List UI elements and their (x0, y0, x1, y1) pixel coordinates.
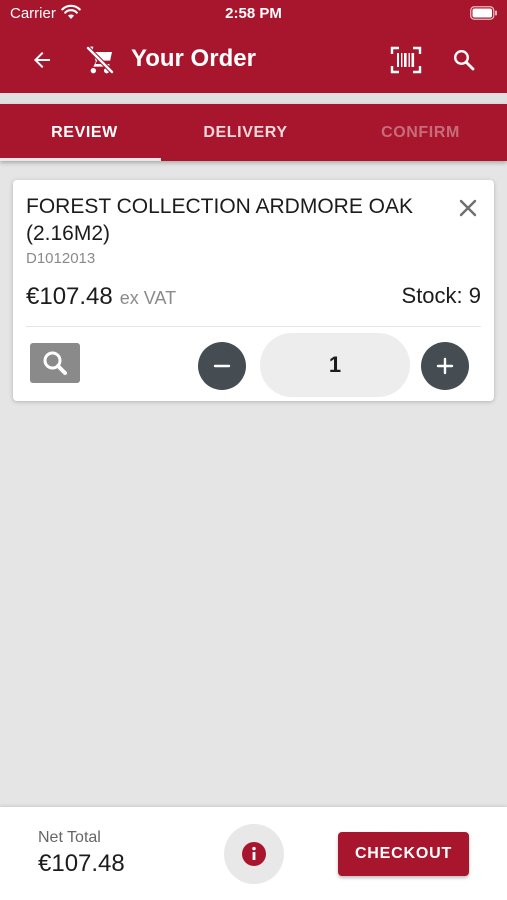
info-icon (242, 842, 266, 866)
active-tab-indicator (0, 158, 161, 161)
back-button[interactable] (22, 40, 62, 80)
header-divider (0, 93, 507, 104)
info-button[interactable] (224, 824, 284, 884)
status-bar: Carrier 2:58 PM (0, 0, 507, 28)
battery-icon (470, 6, 497, 20)
price-row: €107.48 ex VAT (26, 283, 176, 311)
page-title: Your Order (131, 45, 256, 72)
net-total-value: €107.48 (38, 850, 125, 877)
app-header: Your Order (0, 28, 507, 93)
quantity-field[interactable]: 1 (260, 333, 410, 397)
order-step-tabs: REVIEW DELIVERY CONFIRM (0, 104, 507, 161)
product-name: FOREST COLLECTION ARDMORE OAK (2.16M2) (26, 195, 414, 245)
remove-item-button[interactable] (454, 194, 482, 222)
minus-icon (213, 364, 231, 368)
tab-confirm: CONFIRM (381, 123, 460, 141)
clock-time: 2:58 PM (225, 5, 282, 22)
unit-price: €107.48 (26, 283, 113, 310)
tab-delivery[interactable]: DELIVERY (161, 104, 330, 161)
order-item-card: FOREST COLLECTION ARDMORE OAK (2.16M2) D… (13, 180, 494, 401)
increase-quantity-button[interactable] (421, 342, 469, 390)
zoom-icon (43, 351, 67, 375)
product-code: D1012013 (26, 250, 96, 267)
order-summary-bar: Net Total €107.48 CHECKOUT (0, 807, 507, 900)
checkout-button[interactable]: CHECKOUT (338, 832, 469, 876)
decrease-quantity-button[interactable] (198, 342, 246, 390)
cart-off-icon (85, 45, 115, 75)
plus-icon (436, 357, 454, 375)
vat-note: ex VAT (119, 288, 177, 308)
product-details-button[interactable] (30, 343, 80, 383)
close-icon (459, 199, 477, 217)
card-divider (26, 326, 481, 327)
barcode-scan-icon (390, 46, 422, 74)
net-total-label: Net Total (38, 829, 101, 846)
search-button[interactable] (444, 40, 484, 80)
tab-review[interactable]: REVIEW (0, 104, 169, 161)
stock-level: Stock: 9 (401, 283, 481, 308)
barcode-scan-button[interactable] (386, 40, 426, 80)
back-arrow-icon (34, 52, 50, 68)
search-icon (453, 49, 475, 71)
